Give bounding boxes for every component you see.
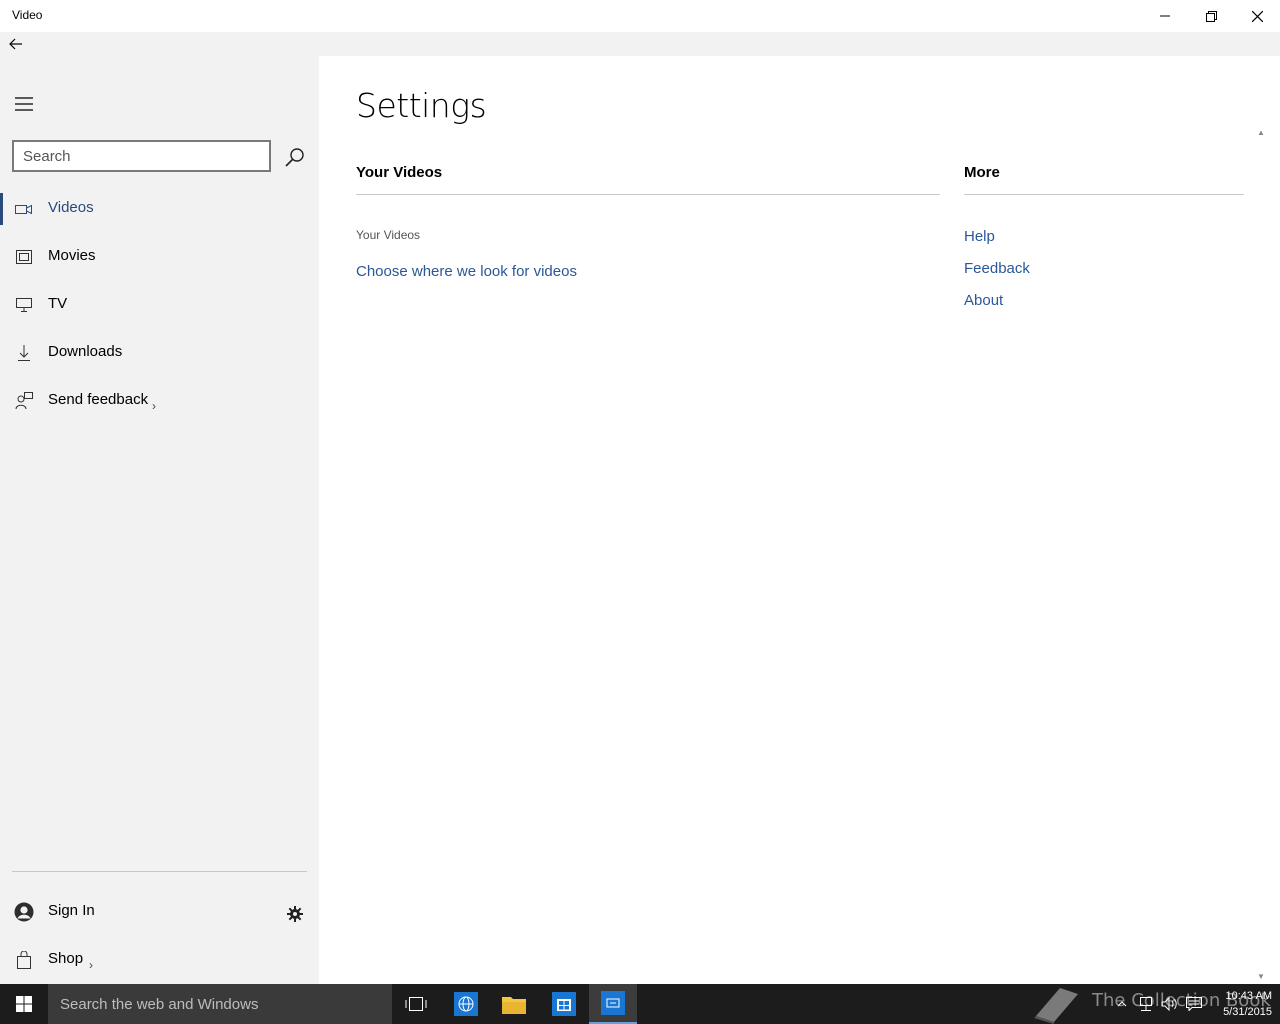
sidebar-item-label: Movies (48, 247, 96, 264)
user-icon (14, 902, 34, 922)
notification-icon (1186, 997, 1202, 1011)
action-center-button[interactable] (1184, 994, 1204, 1014)
title-bar: Video (0, 0, 1280, 32)
video-camera-icon (14, 199, 34, 219)
shop-label: Shop (48, 950, 84, 967)
feedback-icon (14, 391, 34, 411)
sidebar-item-downloads[interactable]: Downloads (0, 329, 319, 377)
taskbar: Search the web and Windows The Collectio… (0, 984, 1280, 1024)
chevron-right-icon: › (89, 958, 93, 972)
your-videos-sublabel: Your Videos (356, 228, 421, 242)
scroll-up-arrow-icon[interactable]: ▲ (1257, 128, 1265, 137)
about-link[interactable]: About (964, 292, 1003, 309)
task-view-icon (405, 997, 427, 1011)
browser-taskbar-button[interactable] (442, 984, 490, 1024)
settings-button[interactable] (285, 904, 305, 924)
clock-date: 5/31/2015 (1223, 1006, 1272, 1018)
sidebar: Videos Movies TV Downloads Send feedback… (0, 56, 319, 984)
tray-overflow-button[interactable] (1112, 994, 1132, 1014)
gear-icon (287, 906, 303, 922)
scroll-down-arrow-icon[interactable]: ▼ (1257, 972, 1265, 981)
choose-video-folders-link[interactable]: Choose where we look for videos (356, 263, 577, 280)
speaker-icon (1161, 997, 1177, 1011)
search-icon (285, 148, 304, 167)
windows-logo-icon (16, 996, 32, 1012)
chevron-up-icon (1117, 1001, 1127, 1007)
window-title: Video (12, 8, 43, 22)
network-icon (1140, 997, 1152, 1011)
sidebar-item-tv[interactable]: TV (0, 281, 319, 329)
settings-page: Settings Your Videos Your Videos Choose … (319, 56, 1280, 984)
more-heading: More (964, 164, 1000, 181)
chevron-right-icon: › (152, 399, 156, 413)
volume-button[interactable] (1160, 994, 1180, 1014)
sidebar-item-send-feedback[interactable]: Send feedback › (0, 377, 319, 425)
restore-button[interactable] (1188, 0, 1234, 32)
task-view-button[interactable] (392, 984, 440, 1024)
file-explorer-taskbar-button[interactable] (490, 984, 538, 1024)
help-link[interactable]: Help (964, 228, 995, 245)
close-icon (1251, 10, 1263, 22)
network-button[interactable] (1136, 994, 1156, 1014)
hamburger-icon (15, 97, 33, 111)
store-taskbar-button[interactable] (540, 984, 588, 1024)
taskbar-search-box[interactable]: Search the web and Windows (48, 984, 392, 1024)
back-button[interactable] (4, 34, 28, 54)
taskbar-clock[interactable]: 10:43 AM 5/31/2015 (1206, 988, 1272, 1020)
monitor-icon (14, 295, 34, 315)
clock-time: 10:43 AM (1225, 990, 1272, 1002)
folder-icon (502, 997, 526, 1014)
minimize-icon (1160, 15, 1170, 17)
sidebar-item-movies[interactable]: Movies (0, 233, 319, 281)
sidebar-item-label: Videos (48, 199, 94, 216)
video-app-taskbar-button[interactable] (589, 984, 637, 1024)
sidebar-item-label: Send feedback (48, 391, 149, 408)
minimize-button[interactable] (1142, 0, 1188, 32)
hamburger-menu-button[interactable] (10, 92, 38, 116)
feedback-link[interactable]: Feedback (964, 260, 1030, 277)
navigation-bar (0, 32, 1280, 56)
close-button[interactable] (1234, 0, 1280, 32)
shop-button[interactable]: Shop › (0, 936, 319, 984)
film-icon (14, 247, 34, 267)
sidebar-item-label: Downloads (48, 343, 123, 360)
video-app-icon (601, 991, 625, 1015)
search-field[interactable] (12, 140, 271, 172)
search-input[interactable] (14, 142, 269, 170)
your-videos-heading: Your Videos (356, 164, 443, 181)
sidebar-item-label: TV (48, 295, 68, 312)
book-logo-icon (1034, 988, 1078, 1024)
sign-in-button[interactable]: Sign In (0, 888, 319, 936)
store-icon (552, 992, 576, 1016)
globe-icon (454, 992, 478, 1016)
search-button[interactable] (281, 143, 309, 171)
taskbar-search-placeholder: Search the web and Windows (60, 996, 259, 1013)
start-button[interactable] (0, 984, 48, 1024)
sidebar-divider (12, 871, 307, 872)
restore-icon (1205, 10, 1217, 22)
page-title: Settings (356, 86, 487, 125)
sidebar-item-videos[interactable]: Videos (0, 185, 319, 233)
download-icon (14, 343, 34, 363)
section-divider (964, 194, 1244, 195)
sign-in-label: Sign In (48, 902, 95, 919)
shopping-bag-icon (14, 950, 34, 970)
back-arrow-icon (9, 38, 22, 50)
section-divider (356, 194, 940, 195)
